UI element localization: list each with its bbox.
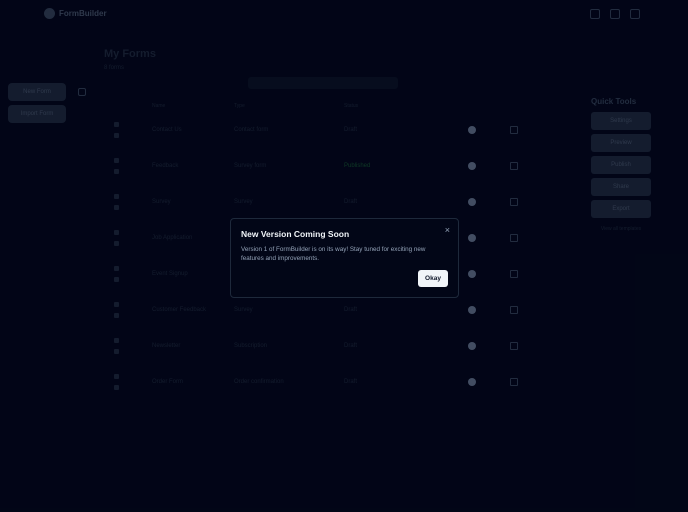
close-icon[interactable]: × (445, 225, 450, 235)
dialog-message: Version 1 of FormBuilder is on its way! … (241, 246, 426, 262)
okay-button[interactable]: Okay (418, 270, 448, 287)
new-version-dialog: New Version Coming Soon × Version 1 of F… (230, 218, 459, 298)
dialog-title: New Version Coming Soon (241, 229, 350, 239)
